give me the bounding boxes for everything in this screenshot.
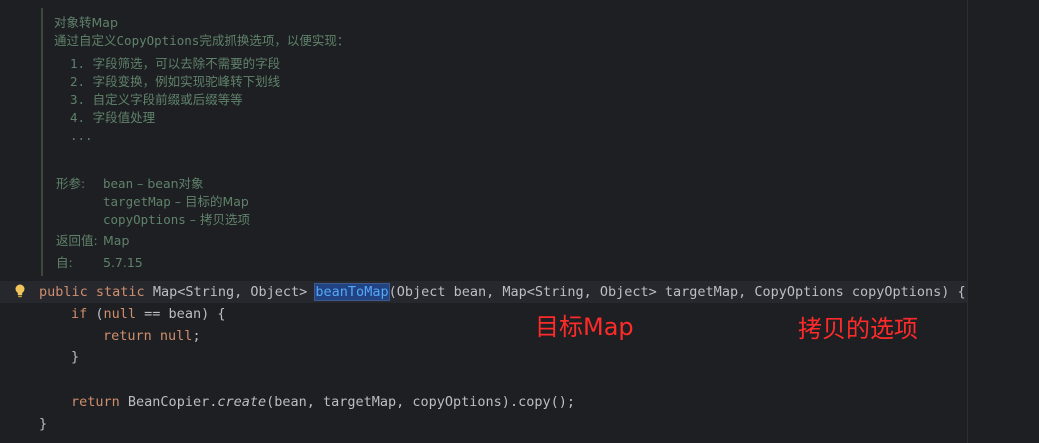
static-method-create: create <box>217 394 267 410</box>
keyword-if: if <box>71 306 88 322</box>
doc-title: 对象转Map <box>54 15 118 30</box>
keyword-null: null <box>159 328 193 344</box>
doc-param: bean – bean对象 <box>103 175 204 193</box>
doc-param-name: targetMap <box>103 194 171 209</box>
doc-params-label: 形参: <box>56 176 86 191</box>
annotation-target-map: 目标Map <box>535 313 634 341</box>
code-text: (bean, targetMap, copyOptions).copy(); <box>266 394 575 410</box>
doc-param-desc: – bean对象 <box>137 176 204 191</box>
right-margin-guide <box>967 0 968 443</box>
doc-return-label: 返回值: <box>56 233 98 248</box>
doc-list-item: 1. 字段筛选，可以去除不需要的字段 <box>70 56 281 71</box>
code-line-close-if[interactable]: } <box>71 346 79 368</box>
keyword-return: return <box>71 394 120 410</box>
keyword-null: null <box>103 306 137 322</box>
method-params: (Object bean, Map<String, Object> target… <box>388 284 966 300</box>
doc-param: copyOptions – 拷贝选项 <box>103 211 250 229</box>
doc-comment-bar <box>41 8 43 276</box>
keyword-static: static <box>95 284 145 300</box>
doc-description-prefix: 通过自定义 <box>54 33 117 48</box>
code-line-close-method[interactable]: } <box>39 413 47 435</box>
code-line-return-null[interactable]: return null; <box>103 325 201 347</box>
doc-param-name: bean <box>103 176 134 191</box>
code-text: ; <box>192 328 201 344</box>
keyword-return: return <box>103 328 152 344</box>
code-editor[interactable]: 对象转Map 通过自定义CopyOptions完成抓换选项，以便实现： 1. 字… <box>0 0 1039 443</box>
doc-list-ellipsis: ... <box>70 128 93 143</box>
class-name: BeanCopier. <box>127 394 218 410</box>
return-type: Map<String, Object> <box>152 284 308 300</box>
code-line-if[interactable]: if (null == bean) { <box>71 303 225 325</box>
doc-list-item: 2. 字段变换，例如实现驼峰转下划线 <box>70 74 281 89</box>
doc-param-desc: – 目标的Map <box>174 194 249 209</box>
doc-description-suffix: 完成抓换选项，以便实现： <box>199 33 350 48</box>
doc-since-value: 5.7.15 <box>103 255 143 270</box>
keyword-public: public <box>39 284 88 300</box>
lightbulb-icon[interactable] <box>12 283 28 299</box>
doc-param-name: copyOptions <box>103 212 186 227</box>
method-name-beantomap[interactable]: beanToMap <box>314 283 390 301</box>
doc-return-value: Map <box>103 233 130 248</box>
code-text: == bean) { <box>136 306 226 322</box>
doc-param-desc: – 拷贝选项 <box>189 212 251 227</box>
doc-param: targetMap – 目标的Map <box>103 193 249 211</box>
code-line-method-signature[interactable]: public static Map<String, Object> beanTo… <box>39 281 966 303</box>
doc-since-label: 自: <box>56 255 73 270</box>
code-line-return-copy[interactable]: return BeanCopier.create(bean, targetMap… <box>71 391 575 413</box>
doc-description: 通过自定义CopyOptions完成抓换选项，以便实现： <box>54 32 349 50</box>
code-text: ( <box>87 306 104 322</box>
doc-description-code: CopyOptions <box>116 33 200 48</box>
doc-list-item: 3. 自定义字段前缀或后缀等等 <box>70 92 243 107</box>
doc-list-item: 4. 字段值处理 <box>70 110 156 125</box>
annotation-copy-options: 拷贝的选项 <box>798 315 918 343</box>
